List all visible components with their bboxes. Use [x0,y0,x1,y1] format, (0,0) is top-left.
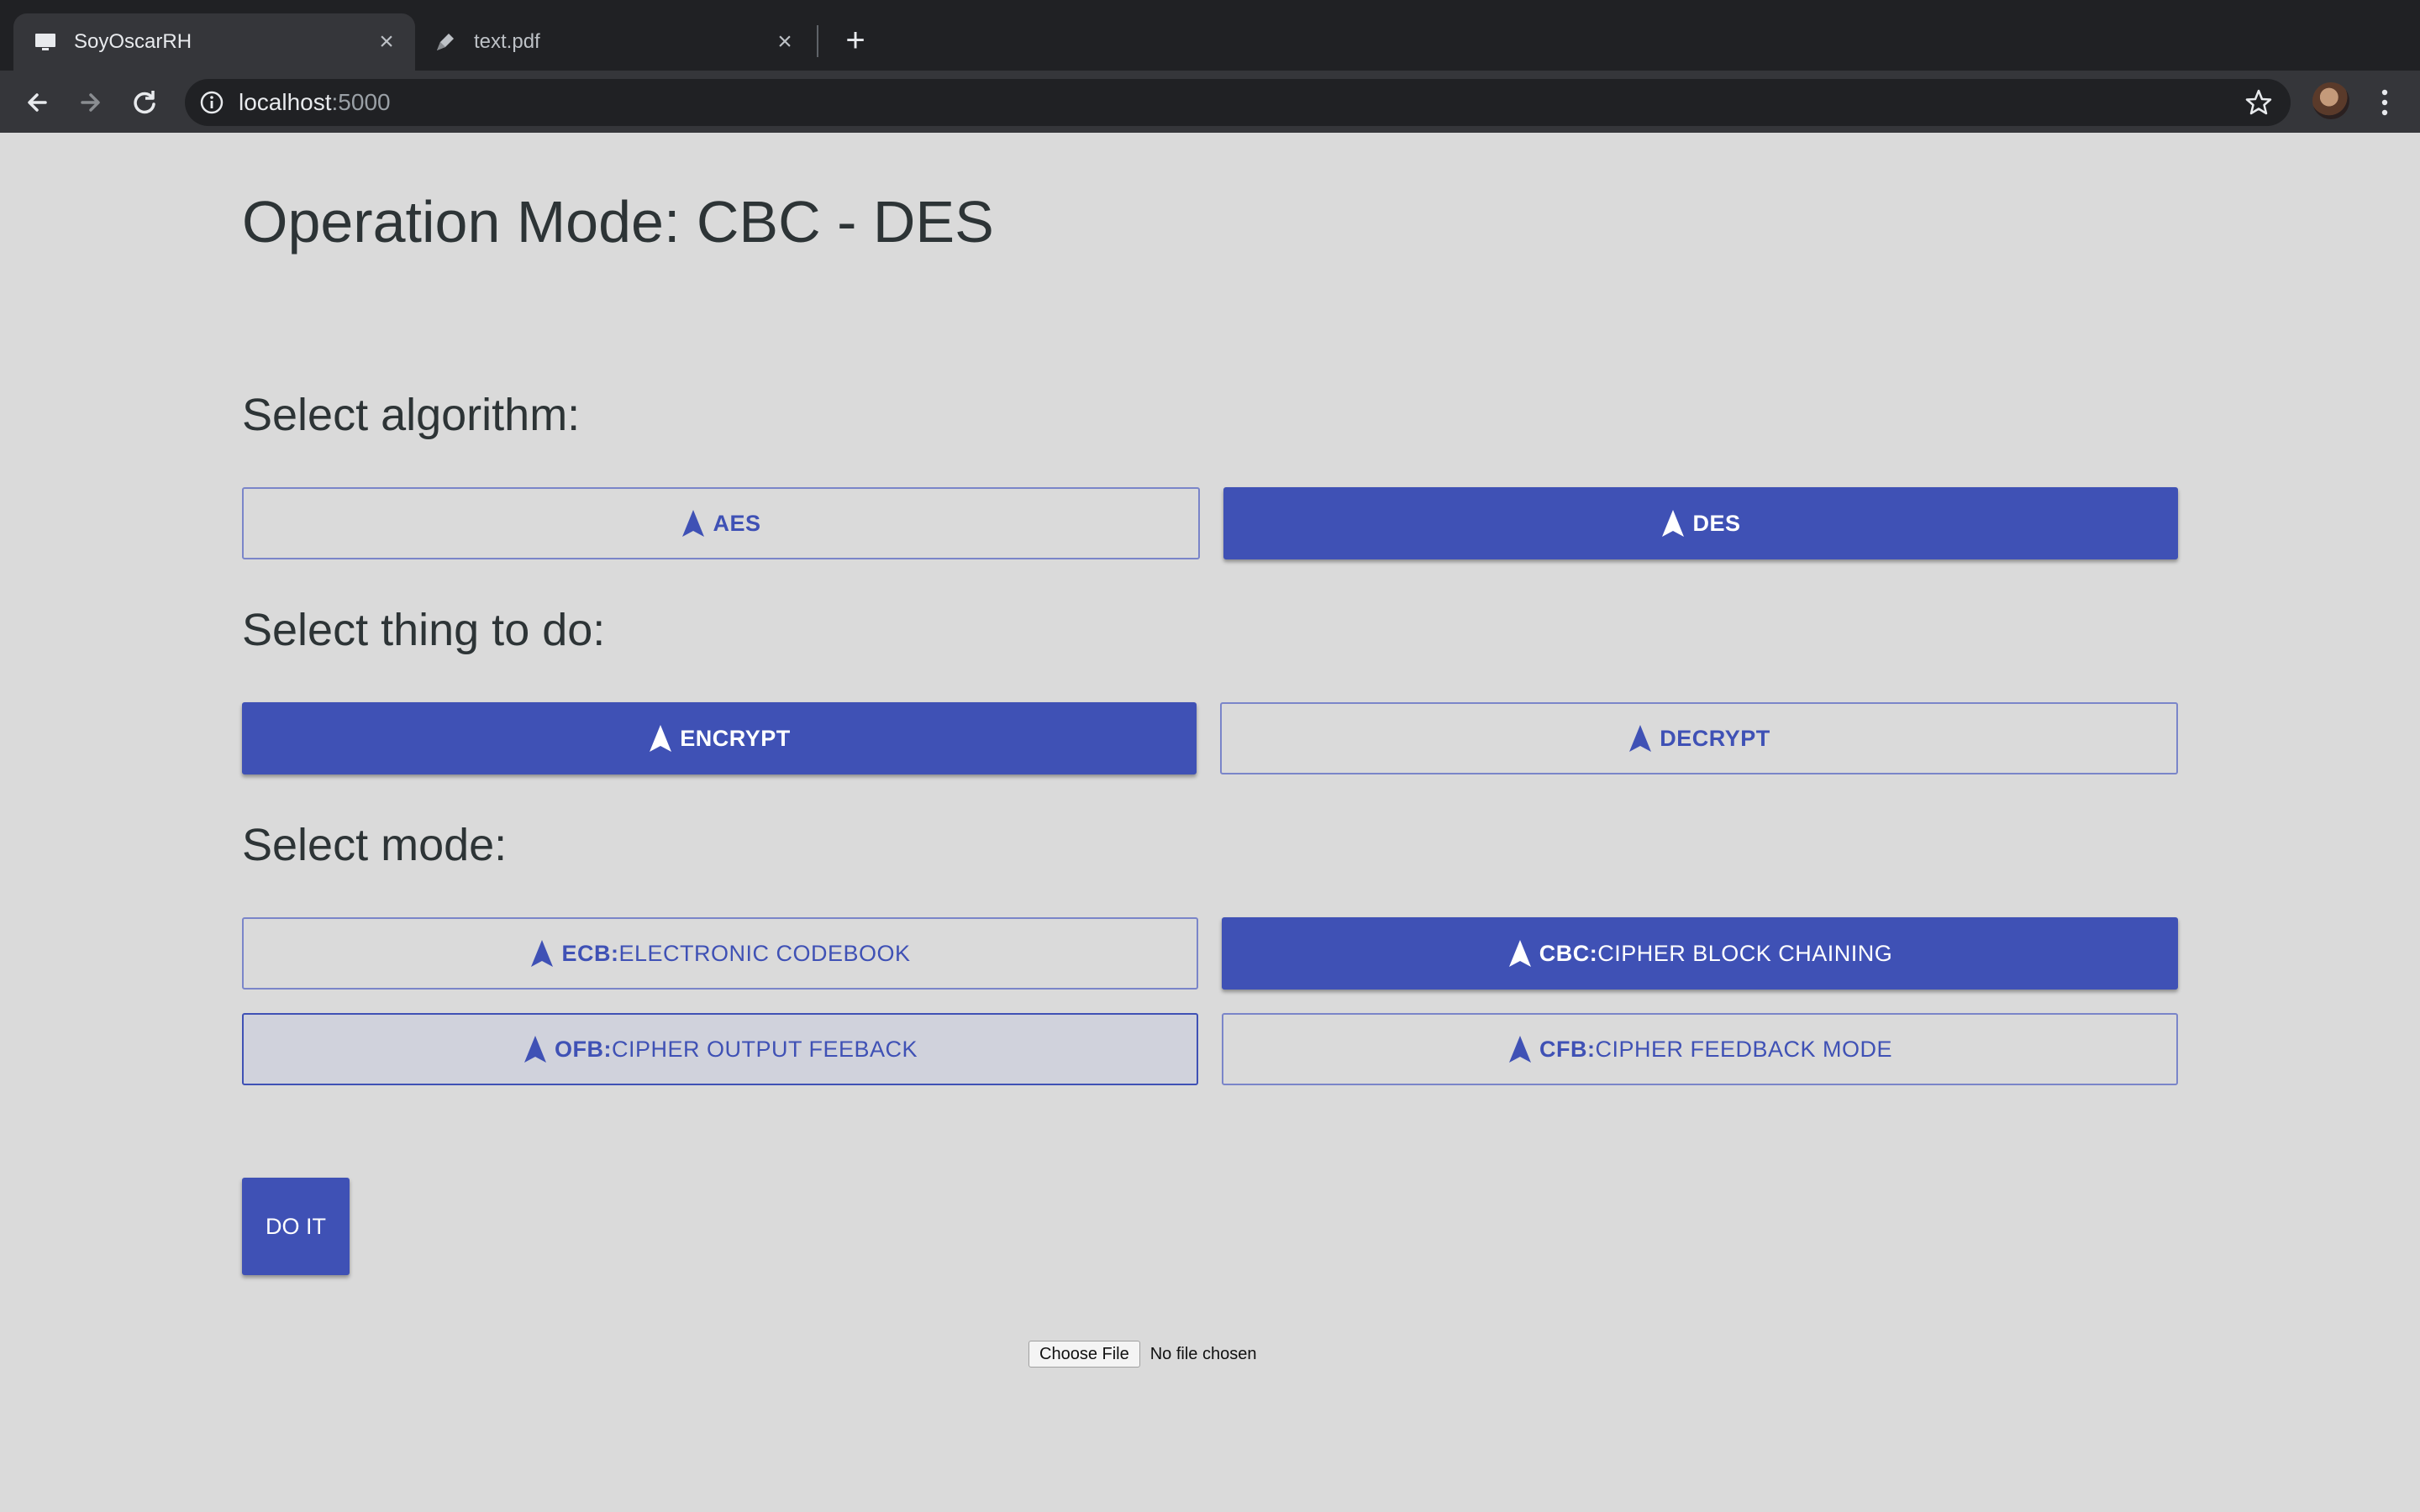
mode-heading: Select mode: [242,820,508,870]
back-arrow-icon[interactable] [20,86,54,119]
ecb-button[interactable]: ECB: ELECTRONIC CODEBOOK [242,917,1198,990]
page-content: Operation Mode: CBC - DES Select algorit… [0,133,2420,1512]
forward-arrow-icon[interactable] [74,86,108,119]
close-tab-icon[interactable]: × [373,29,400,55]
action-heading: Select thing to do: [242,605,606,655]
navigation-arrow-icon [1508,1036,1531,1063]
aes-button[interactable]: AES [242,487,1200,559]
navigation-arrow-icon [1662,510,1685,537]
new-tab-icon[interactable]: + [839,24,872,57]
tab-divider [817,25,818,57]
do-it-button[interactable]: DO IT [242,1178,350,1275]
tab-soyoscarrh[interactable]: SoyOscarRH × [13,13,415,71]
cfb-button[interactable]: CFB: CIPHER FEEDBACK MODE [1222,1013,2178,1085]
navigation-arrow-icon [650,725,672,752]
pen-icon [437,34,454,50]
file-input[interactable]: Choose File No file chosen [1028,1341,1256,1368]
monitor-icon [35,34,55,50]
tab-text-pdf[interactable]: text.pdf × [422,13,813,71]
ecb-name: ELECTRONIC CODEBOOK [618,940,911,966]
choose-file-button[interactable]: Choose File [1028,1341,1140,1368]
navigation-arrow-icon [1629,725,1652,752]
decrypt-button[interactable]: DECRYPT [1220,702,2178,774]
encrypt-label: ENCRYPT [680,725,791,751]
ofb-button[interactable]: OFB: CIPHER OUTPUT FEEBACK [242,1013,1198,1085]
url-port: :5000 [331,89,391,115]
des-button[interactable]: DES [1223,487,2178,559]
page-title: Operation Mode: CBC - DES [242,189,994,255]
browser-tab-bar: SoyOscarRH × text.pdf × + [0,0,2420,71]
des-label: DES [1692,510,1741,536]
file-status: No file chosen [1150,1344,1257,1363]
navigation-arrow-icon [1508,940,1531,967]
address-bar[interactable]: localhost:5000 [185,79,2291,126]
ecb-code: ECB: [561,940,619,966]
cfb-code: CFB: [1539,1036,1596,1062]
more-menu-icon[interactable] [2370,86,2400,119]
profile-avatar[interactable] [2312,82,2349,119]
url-text: localhost:5000 [239,90,391,115]
aes-label: AES [713,510,761,536]
cbc-button[interactable]: CBC: CIPHER BLOCK CHAINING [1222,917,2178,990]
bookmark-star-icon[interactable] [2244,87,2274,118]
browser-toolbar: localhost:5000 [0,71,2420,133]
navigation-arrow-icon [523,1036,546,1063]
tab-title: SoyOscarRH [74,30,192,53]
cbc-name: CIPHER BLOCK CHAINING [1597,940,1893,966]
decrypt-label: DECRYPT [1660,725,1770,751]
cbc-code: CBC: [1539,940,1598,966]
tab-title: text.pdf [474,30,540,53]
navigation-arrow-icon [531,940,554,967]
encrypt-button[interactable]: ENCRYPT [242,702,1197,774]
ofb-code: OFB: [554,1036,612,1062]
url-host: localhost [239,89,332,115]
close-tab-icon[interactable]: × [771,29,798,55]
navigation-arrow-icon [682,510,705,537]
algorithm-heading: Select algorithm: [242,390,581,440]
cfb-name: CIPHER FEEDBACK MODE [1595,1036,1893,1062]
reload-icon[interactable] [128,86,161,119]
ofb-name: CIPHER OUTPUT FEEBACK [611,1036,918,1062]
info-icon[interactable] [198,89,225,116]
